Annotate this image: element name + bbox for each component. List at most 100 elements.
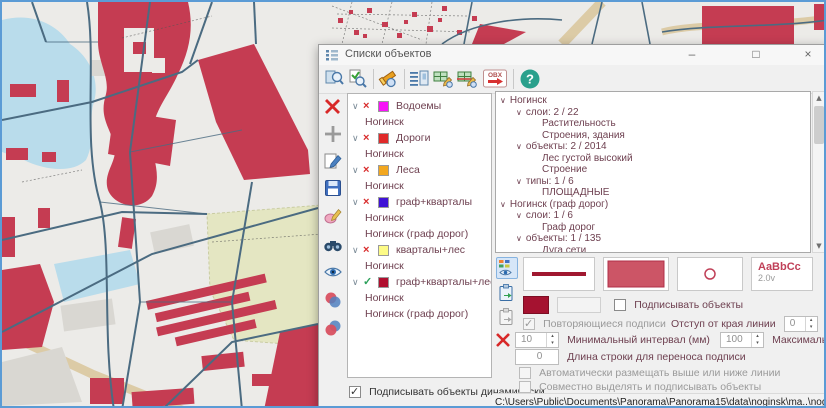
check-icon[interactable]: ✓ — [363, 274, 372, 290]
scroll-thumb[interactable] — [814, 106, 824, 144]
chevron-down-icon[interactable]: ∨ — [500, 96, 506, 105]
color-swatch[interactable] — [378, 197, 389, 208]
chevron-down-icon[interactable]: ∨ — [352, 194, 359, 210]
tree-node[interactable]: ∨слои: 2 / 22 — [496, 107, 810, 119]
selection-tree-panel[interactable]: ∨Ногинск∨слои: 2 / 22РастительностьСтрое… — [495, 91, 811, 253]
spinner-arrows-icon[interactable]: ▴▾ — [751, 333, 763, 347]
tree-node[interactable]: ПЛОЩАДНЫЕ — [496, 187, 810, 199]
tree-node[interactable]: Дуга сети — [496, 245, 810, 254]
color-swatch[interactable] — [378, 277, 389, 288]
spinner-arrows-icon[interactable]: ▴▾ — [805, 317, 817, 331]
list-item-map[interactable]: Ногинск — [348, 258, 491, 274]
tree-node[interactable]: Граф дорог — [496, 222, 810, 234]
object-lists-panel[interactable]: ∨×ВодоемыНогинск∨×ДорогиНогинск∨×ЛесаНог… — [347, 93, 492, 378]
line-sample[interactable] — [523, 257, 595, 291]
dialog-titlebar[interactable]: Списки объектов – □ × — [319, 45, 826, 66]
cross-icon[interactable]: × — [363, 130, 369, 146]
min-interval-spinner[interactable]: 10 ▴▾ — [515, 332, 559, 348]
color-swatch[interactable] — [378, 133, 389, 144]
tree-node[interactable]: ∨слои: 1 / 6 — [496, 210, 810, 222]
color-swatch[interactable] — [378, 165, 389, 176]
cross-icon[interactable]: × — [363, 242, 369, 258]
color-swatch[interactable] — [378, 245, 389, 256]
joint-select-checkbox[interactable] — [519, 381, 531, 393]
overlay-mode-alt-button[interactable] — [323, 318, 345, 340]
chevron-down-icon[interactable]: ∨ — [516, 108, 522, 117]
edge-offset-spinner[interactable]: 0 ▴▾ — [784, 316, 818, 332]
chevron-down-icon[interactable]: ∨ — [352, 242, 359, 258]
edit-list-button[interactable] — [323, 151, 345, 173]
tree-node[interactable]: ∨объекты: 2 / 2014 — [496, 141, 810, 153]
point-sample[interactable] — [677, 257, 743, 291]
list-item-map[interactable]: Ногинск — [348, 290, 491, 306]
legend-view-button[interactable] — [496, 257, 518, 279]
delete-list-button[interactable] — [323, 97, 345, 119]
select-style-button[interactable] — [323, 206, 345, 228]
fill-sample[interactable] — [603, 257, 669, 291]
list-item-map[interactable]: Ногинск (граф дорог) — [348, 226, 491, 242]
dynamic-label-checkbox[interactable] — [349, 386, 361, 398]
chevron-down-icon[interactable]: ∨ — [516, 177, 522, 186]
text-sample[interactable]: AaBbCc 2.0v — [751, 257, 813, 291]
list-item[interactable]: ∨✓граф+кварталы+лес — [348, 274, 491, 290]
view-button[interactable] — [323, 262, 345, 284]
spinner-arrows-icon[interactable]: ▴▾ — [546, 333, 558, 347]
scroll-up-icon[interactable]: ▲ — [813, 92, 825, 104]
chevron-down-icon[interactable]: ∨ — [500, 200, 506, 209]
auto-place-checkbox[interactable] — [519, 367, 531, 379]
scroll-down-icon[interactable]: ▼ — [813, 240, 825, 252]
save-list-button[interactable] — [323, 178, 345, 200]
paste-style-button[interactable] — [496, 307, 518, 329]
tree-node[interactable]: Строения, здания — [496, 130, 810, 142]
tree-node[interactable]: ∨Ногинск (граф дорог) — [496, 199, 810, 211]
find-button[interactable] — [323, 235, 345, 257]
list-item[interactable]: ∨×кварталы+лес — [348, 242, 491, 258]
list-item-map[interactable]: Ногинск — [348, 114, 491, 130]
overlay-mode-button[interactable] — [323, 290, 345, 312]
list-item[interactable]: ∨×Дороги — [348, 130, 491, 146]
list-item-map[interactable]: Ногинск — [348, 210, 491, 226]
maximize-button[interactable]: □ — [741, 45, 771, 64]
tree-node[interactable]: Строение — [496, 164, 810, 176]
chevron-down-icon[interactable]: ∨ — [352, 98, 359, 114]
search-apply-button[interactable] — [346, 67, 370, 91]
repeat-labels-checkbox[interactable] — [523, 318, 535, 330]
list-view-button[interactable] — [408, 67, 432, 91]
wrap-length-input[interactable]: 0 — [515, 349, 559, 365]
help-button[interactable]: ? — [518, 67, 542, 91]
chevron-down-icon[interactable]: ∨ — [352, 162, 359, 178]
label-font-box[interactable] — [557, 297, 601, 313]
list-item-map[interactable]: Ногинск — [348, 146, 491, 162]
tree-scrollbar[interactable]: ▲ ▼ — [812, 91, 826, 253]
max-interval-spinner[interactable]: 100 ▴▾ — [720, 332, 764, 348]
tree-node[interactable]: ∨Ногинск — [496, 95, 810, 107]
close-button[interactable]: × — [793, 45, 823, 64]
label-objects-checkbox[interactable] — [614, 299, 626, 311]
search-list-button[interactable] — [323, 67, 347, 91]
list-item[interactable]: ∨×Водоемы — [348, 98, 491, 114]
highlight-button[interactable] — [377, 67, 401, 91]
cross-icon[interactable]: × — [363, 162, 369, 178]
obx-export-button[interactable]: OBX — [481, 67, 509, 91]
list-item[interactable]: ∨×Леса — [348, 162, 491, 178]
copy-style-button[interactable] — [496, 283, 518, 305]
cross-icon[interactable]: × — [363, 194, 369, 210]
chevron-down-icon[interactable]: ∨ — [352, 274, 359, 290]
tree-node[interactable]: Растительность — [496, 118, 810, 130]
table-edit-alt-button[interactable] — [456, 67, 480, 91]
clear-intervals-button[interactable] — [494, 330, 516, 352]
minimize-button[interactable]: – — [677, 45, 707, 64]
chevron-down-icon[interactable]: ∨ — [516, 211, 522, 220]
tree-node[interactable]: Лес густой высокий — [496, 153, 810, 165]
tree-node[interactable]: ∨объекты: 1 / 135 — [496, 233, 810, 245]
list-item-map[interactable]: Ногинск (граф дорог) — [348, 306, 491, 322]
color-swatch[interactable] — [378, 101, 389, 112]
list-item[interactable]: ∨×граф+кварталы — [348, 194, 491, 210]
chevron-down-icon[interactable]: ∨ — [516, 234, 522, 243]
tree-node[interactable]: ∨типы: 1 / 6 — [496, 176, 810, 188]
label-color-swatch[interactable] — [523, 296, 549, 314]
chevron-down-icon[interactable]: ∨ — [516, 142, 522, 151]
add-list-button[interactable] — [323, 124, 345, 146]
cross-icon[interactable]: × — [363, 98, 369, 114]
chevron-down-icon[interactable]: ∨ — [352, 130, 359, 146]
